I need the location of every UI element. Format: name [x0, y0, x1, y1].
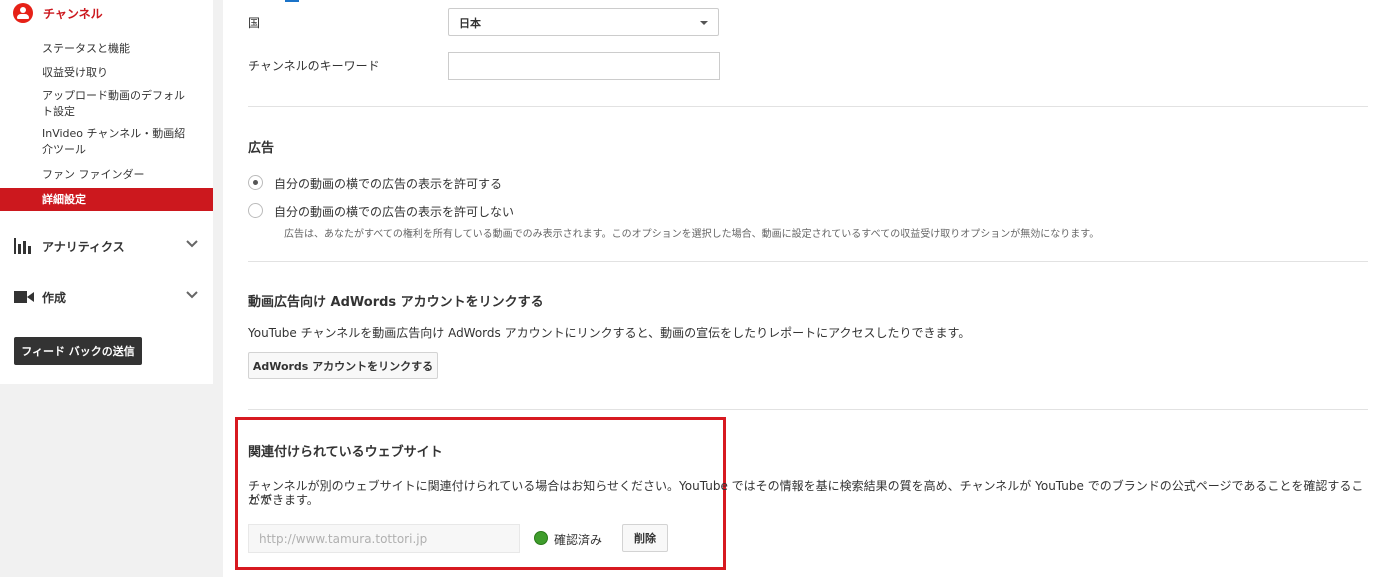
send-feedback-button[interactable]: フィード バックの送信	[14, 337, 142, 365]
sidebar-item-upload-defaults[interactable]: アップロード動画のデフォルト設定	[42, 88, 192, 120]
website-description-line2: ができます。	[248, 493, 319, 507]
sidebar-section-create[interactable]: 作成	[0, 285, 213, 309]
adwords-heading: 動画広告向け AdWords アカウントをリンクする	[248, 295, 544, 310]
keywords-label: チャンネルのキーワード	[248, 59, 380, 73]
dropdown-arrow-icon	[700, 21, 708, 25]
ads-allow-radio[interactable]	[248, 175, 263, 190]
delete-website-button[interactable]: 削除	[622, 524, 668, 552]
sidebar-item-fan-finder[interactable]: ファン ファインダー	[42, 167, 192, 183]
sidebar-channel-label: チャンネル	[43, 7, 103, 21]
ads-heading: 広告	[248, 141, 275, 156]
country-select-value: 日本	[459, 17, 481, 30]
sidebar-item-invideo[interactable]: InVideo チャンネル・動画紹介ツール	[42, 126, 192, 158]
chevron-down-icon	[186, 240, 198, 248]
main-panel: 国 日本 チャンネルのキーワード 広告 自分の動画の横での広告の表示を許可する …	[223, 0, 1375, 577]
chevron-down-icon	[186, 291, 198, 299]
sidebar-create-label: 作成	[42, 291, 67, 305]
sidebar-section-channel[interactable]: チャンネル	[0, 0, 213, 26]
website-url-placeholder: http://www.tamura.tottori.jp	[259, 532, 428, 546]
sidebar: チャンネル ステータスと機能 収益受け取り アップロード動画のデフォルト設定 I…	[0, 0, 213, 384]
divider	[248, 106, 1368, 107]
ads-disallow-label[interactable]: 自分の動画の横での広告の表示を許可しない	[274, 203, 514, 220]
verified-status-icon	[534, 531, 548, 545]
verified-status-label: 確認済み	[554, 533, 603, 547]
country-label: 国	[248, 16, 261, 30]
ads-disallow-radio[interactable]	[248, 203, 263, 218]
video-camera-icon	[14, 291, 34, 303]
divider	[248, 261, 1368, 262]
sidebar-item-monetization[interactable]: 収益受け取り	[42, 65, 192, 81]
ads-note: 広告は、あなたがすべての権利を所有している動画でのみ表示されます。このオプション…	[284, 229, 1100, 240]
country-select[interactable]: 日本	[448, 8, 719, 36]
website-url-input[interactable]: http://www.tamura.tottori.jp	[248, 524, 520, 553]
website-heading: 関連付けられているウェブサイト	[248, 445, 443, 460]
sidebar-item-status[interactable]: ステータスと機能	[42, 41, 192, 57]
adwords-description: YouTube チャンネルを動画広告向け AdWords アカウントにリンクする…	[248, 326, 971, 340]
website-description-line1: チャンネルが別のウェブサイトに関連付けられている場合はお知らせください。YouT…	[248, 479, 1364, 507]
divider	[248, 409, 1368, 410]
ads-allow-label[interactable]: 自分の動画の横での広告の表示を許可する	[274, 175, 502, 192]
keywords-input[interactable]	[448, 52, 720, 80]
account-circle-icon	[13, 3, 33, 23]
link-fragment	[285, 0, 299, 2]
sidebar-section-analytics[interactable]: アナリティクス	[0, 234, 213, 258]
sidebar-analytics-label: アナリティクス	[42, 240, 125, 254]
link-adwords-button[interactable]: AdWords アカウントをリンクする	[248, 352, 438, 379]
bar-chart-icon	[14, 238, 31, 254]
sidebar-item-advanced[interactable]: 詳細設定	[0, 188, 213, 211]
